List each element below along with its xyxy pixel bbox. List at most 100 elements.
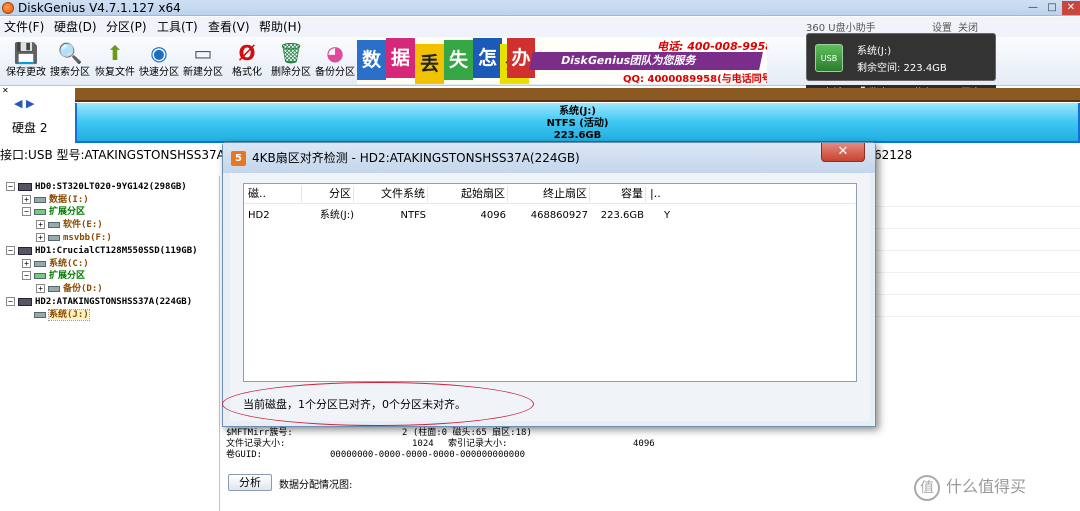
save-changes-button[interactable]: 💾 保存更改 <box>5 39 47 84</box>
banner-qq: QQ: 4000089958(与电话同号) <box>623 74 767 84</box>
partition-bar[interactable]: 系统(J:) NTFS (活动) 223.6GB <box>75 103 1080 143</box>
cell-start-sector: 4096 <box>480 210 506 221</box>
analyze-button[interactable]: 分析 <box>228 474 272 491</box>
collapse-icon[interactable]: − <box>6 297 15 306</box>
close-button[interactable]: ✕ <box>1062 1 1080 15</box>
guid-value: 00000000-0000-0000-0000-000000000000 <box>330 450 526 460</box>
format-button[interactable]: Ø 格式化 <box>226 39 268 84</box>
menu-help[interactable]: 帮助(H) <box>259 17 301 37</box>
tree-partition[interactable]: + 软件(E:) <box>36 219 103 231</box>
cell-partition: 系统(J:) <box>319 210 354 221</box>
column-header-end-sector[interactable]: 终止扇区 <box>508 186 590 202</box>
tree-partition[interactable]: + 数据(I:) <box>22 194 89 206</box>
banner-tile: 数 <box>357 40 386 80</box>
banner-tile: 据 <box>386 38 415 78</box>
quick-partition-button[interactable]: ◉ 快速分区 <box>138 39 180 84</box>
expand-icon[interactable]: + <box>22 195 31 204</box>
column-header-filesystem[interactable]: 文件系统 <box>354 186 428 202</box>
tree-partition[interactable]: + 系统(C:) <box>22 258 89 270</box>
column-header-partition[interactable]: 分区 <box>302 186 354 202</box>
disk-label: 硬盘 2 <box>12 121 48 135</box>
file-record-label: 文件记录大小: <box>226 439 286 449</box>
menu-view[interactable]: 查看(V) <box>208 17 250 37</box>
backup-partition-label: 备份分区 <box>315 67 355 78</box>
expand-icon[interactable]: + <box>36 233 45 242</box>
title-bar: DiskGenius V4.7.1.127 x64 — □ ✕ <box>0 0 1080 16</box>
volume-icon <box>48 221 60 228</box>
guid-label: 卷GUID: <box>226 450 263 460</box>
tree-partition[interactable]: + 备份(D:) <box>36 283 103 295</box>
delete-partition-button[interactable]: 🗑 删除分区 <box>270 39 312 84</box>
allocation-map-label: 数据分配情况图: <box>279 480 353 491</box>
volume-icon <box>34 272 46 279</box>
floppy-icon: 💾 <box>13 41 39 65</box>
expand-icon[interactable]: + <box>36 284 45 293</box>
menu-file[interactable]: 文件(F) <box>4 17 44 37</box>
column-header-capacity[interactable]: 容量 <box>590 186 646 202</box>
minimize-button[interactable]: — <box>1024 1 1042 15</box>
expand-icon[interactable]: + <box>22 259 31 268</box>
index-record-label: 索引记录大小: <box>448 439 508 449</box>
alignment-table[interactable]: 磁.. 分区 文件系统 起始扇区 终止扇区 容量 |.. HD2 系统(J:) … <box>243 183 857 382</box>
disk-icon <box>18 182 32 191</box>
usb-helper-link[interactable]: 360 U盘小助手 <box>806 19 926 34</box>
collapse-icon[interactable]: − <box>22 207 31 216</box>
recover-files-button[interactable]: ⬆ 恢复文件 <box>94 39 136 84</box>
banner-tile: 怎 <box>473 38 502 78</box>
popup-drive-name: 系统(J:) <box>857 46 892 57</box>
disk-bar-header <box>75 88 1080 102</box>
magnifier-icon: 🔍 <box>57 41 83 65</box>
collapse-icon[interactable]: − <box>6 182 15 191</box>
file-record-value: 1024 <box>412 439 434 449</box>
index-record-value: 4096 <box>633 439 655 449</box>
tree-partition-selected[interactable]: 系统(J:) <box>34 309 90 321</box>
expand-icon[interactable]: + <box>36 220 45 229</box>
partition-bar-size: 223.6GB <box>553 130 602 141</box>
exit-link[interactable]: 关闭 <box>958 19 978 34</box>
collapse-icon[interactable]: − <box>22 271 31 280</box>
tree-disk-hd1[interactable]: − HD1:CrucialCT128M550SSD(119GB) <box>6 245 198 257</box>
popup-free-space: 剩余空间: 223.4GB <box>857 63 947 74</box>
disk-nav-arrows[interactable]: ◀ ▶ <box>14 97 34 110</box>
disk-icon <box>18 246 32 255</box>
maximize-button[interactable]: □ <box>1043 1 1061 15</box>
pie-icon: ◕ <box>326 41 344 65</box>
column-header-disk[interactable]: 磁.. <box>248 186 302 202</box>
disk-info-tail: 62128 <box>874 148 913 162</box>
tree-extended[interactable]: − 扩展分区 <box>22 206 85 218</box>
new-partition-button[interactable]: ▭ 新建分区 <box>182 39 224 84</box>
watermark-text: 什么值得买 <box>946 477 1027 496</box>
menu-disk[interactable]: 硬盘(D) <box>54 17 97 37</box>
volume-icon <box>34 196 46 203</box>
banner-slogan: DiskGenius团队为您服务 <box>529 52 763 70</box>
app-icon <box>2 2 14 14</box>
close-icon[interactable]: ✕ <box>2 86 9 95</box>
drive-popup: USB 系统(J:) 剩余空间: 223.4GB <box>806 33 996 81</box>
volume-icon <box>48 234 60 241</box>
cell-filesystem: NTFS <box>400 210 426 221</box>
trash-icon: 🗑 <box>278 41 304 65</box>
watermark-logo: 值 <box>914 474 940 501</box>
menu-partition[interactable]: 分区(P) <box>106 17 147 37</box>
cell-capacity: 223.6GB <box>600 210 644 221</box>
promo-banner[interactable]: 数 据 丢 失 怎 么 办 DiskGenius团队为您服务 电话: 400-0… <box>357 38 767 84</box>
tree-disk-hd0[interactable]: − HD0:ST320LT020-9YG142(298GB) <box>6 181 187 193</box>
tree-partition[interactable]: + msvbb(F:) <box>36 232 112 244</box>
menu-tools[interactable]: 工具(T) <box>157 17 198 37</box>
diskgenius-icon: 5 <box>231 151 246 166</box>
dialog-title-bar[interactable]: 5 4KB扇区对齐检测 - HD2:ATAKINGSTONSHSS37A(224… <box>223 143 875 173</box>
dialog-close-button[interactable]: ✕ <box>821 143 865 162</box>
highlight-ellipse <box>222 382 534 426</box>
volume-icon <box>34 260 46 267</box>
column-header-start-sector[interactable]: 起始扇区 <box>428 186 508 202</box>
volume-icon <box>34 208 46 215</box>
partition-bar-fs: NTFS (活动) <box>546 118 609 129</box>
disk-tree: − HD0:ST320LT020-9YG142(298GB) + 数据(I:) − 扩… <box>0 176 220 511</box>
tree-disk-hd2[interactable]: − HD2:ATAKINGSTONSHSS37A(224GB) <box>6 296 192 308</box>
search-partition-button[interactable]: 🔍 搜索分区 <box>49 39 91 84</box>
backup-partition-button[interactable]: ◕ 备份分区 <box>314 39 356 84</box>
column-header-aligned[interactable]: |.. <box>646 186 682 202</box>
collapse-icon[interactable]: − <box>6 246 15 255</box>
tree-extended[interactable]: − 扩展分区 <box>22 270 85 282</box>
banner-tile: 失 <box>444 40 473 80</box>
